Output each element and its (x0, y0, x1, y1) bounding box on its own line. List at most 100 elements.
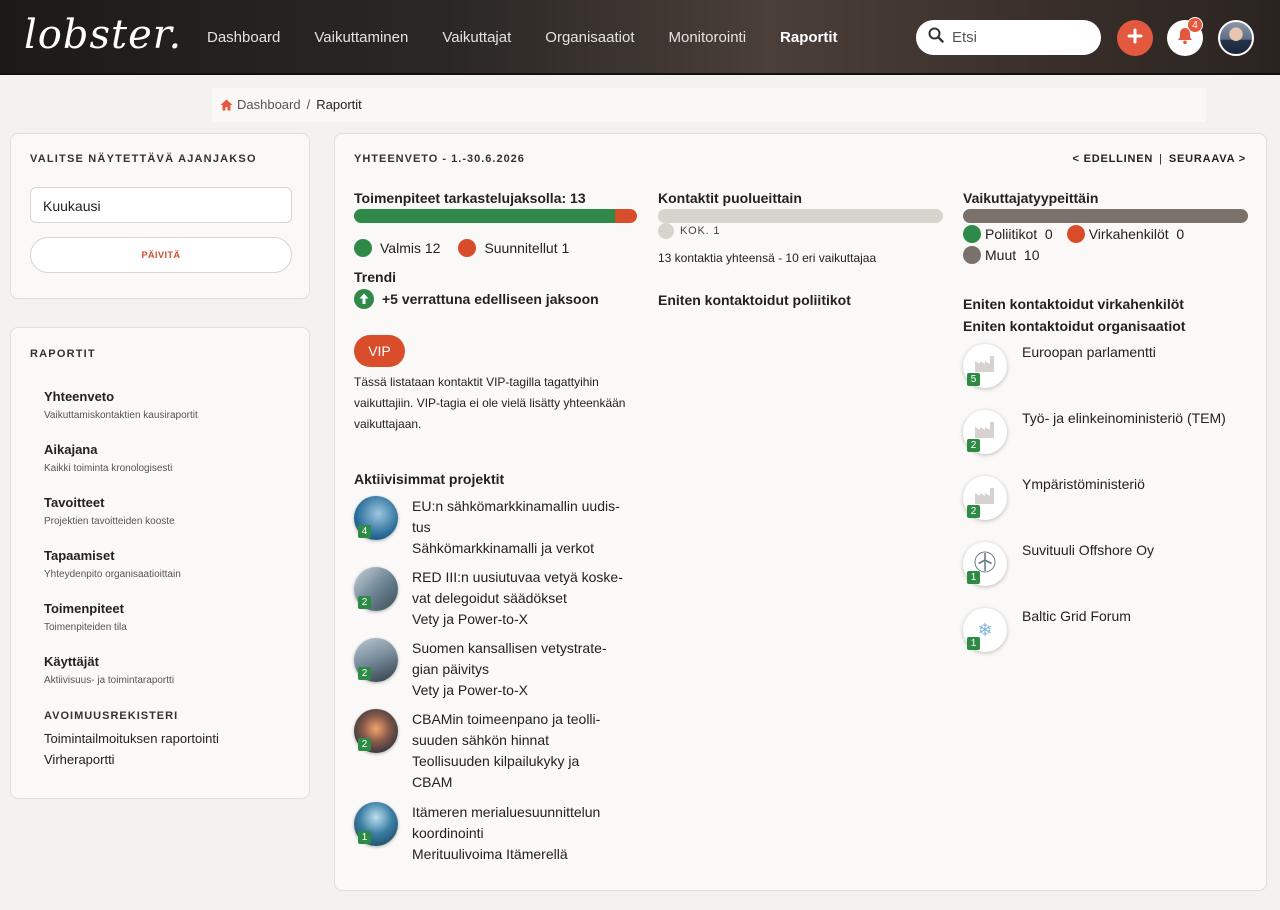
period-select[interactable]: Kuukausi (30, 187, 292, 223)
register-link-report[interactable]: Toimintailmoituksen raportointi (44, 731, 219, 746)
nav-organisaatiot[interactable]: Organisaatiot (545, 29, 634, 46)
refresh-button[interactable]: PÄIVITÄ (30, 237, 292, 273)
project-text: Itämeren merialuesuunnittelun koordinoin… (412, 802, 642, 865)
types-legend-row-1: Poliitikot 0 Virkahenkilöt 0 (963, 225, 1184, 243)
project-line: vat delegoidut säädökset (412, 590, 567, 606)
lobster-logo[interactable]: lobster. (24, 12, 182, 58)
breadcrumb: Dashboard / Raportit (220, 97, 362, 112)
politicians-label: Poliitikot (985, 226, 1038, 242)
project-count-badge: 2 (358, 596, 371, 609)
project-line: suuden sähkön hinnat (412, 732, 549, 748)
report-item-yhteenveto[interactable]: Yhteenveto Vaikuttamiskontaktien kausira… (44, 389, 198, 421)
organization-item[interactable]: 5 Euroopan parlamentti (963, 344, 1263, 392)
nav-vaikuttaminen[interactable]: Vaikuttaminen (314, 29, 408, 46)
project-line: CBAMin toimeenpano ja teolli- (412, 711, 601, 727)
organization-name: Suvituuli Offshore Oy (1022, 542, 1155, 558)
party-bar-kok-segment (658, 209, 943, 223)
trend-heading: Trendi (354, 269, 397, 285)
project-text: RED III:n uusiutuvaa vetyä koske- vat de… (412, 567, 642, 630)
nav-vaikuttajat[interactable]: Vaikuttajat (442, 29, 511, 46)
main-nav: Dashboard Vaikuttaminen Vaikuttajat Orga… (207, 0, 872, 75)
party-legend: KOK. 1 (658, 223, 720, 239)
search-icon (928, 27, 944, 48)
project-count-badge: 2 (358, 738, 371, 751)
project-line: EU:n sähkömarkkinamallin uudis- (412, 498, 620, 514)
plus-icon (1127, 28, 1143, 49)
project-item[interactable]: 4 EU:n sähkömarkkinamallin uudis- tus Sä… (354, 496, 644, 556)
report-item-title: Aikajana (44, 442, 98, 457)
organization-item[interactable]: ❄ 1 Baltic Grid Forum (963, 608, 1263, 656)
vip-tag[interactable]: VIP (354, 335, 405, 367)
report-item-subtitle: Toimenpiteiden tila (44, 622, 127, 633)
project-line: tus (412, 519, 431, 535)
project-item[interactable]: 2 CBAMin toimeenpano ja teolli- suuden s… (354, 709, 644, 795)
trend-row: +5 verrattuna edelliseen jaksoon (354, 289, 599, 309)
nav-monitorointi[interactable]: Monitorointi (669, 29, 747, 46)
top-officials-heading: Eniten kontaktoidut virkahenkilöt (963, 296, 1184, 312)
transparency-register-title: AVOIMUUSREKISTERI (44, 710, 179, 722)
actions-heading: Toimenpiteet tarkastelujaksolla: 13 (354, 190, 586, 206)
report-item-title: Toimenpiteet (44, 601, 124, 616)
project-line: RED III:n uusiutuvaa vetyä koske- (412, 569, 623, 585)
report-item-kayttajat[interactable]: Käyttäjät Aktiivisuus- ja toimintaraport… (44, 654, 174, 686)
project-line: gian päivitys (412, 661, 490, 677)
nav-raportit[interactable]: Raportit (780, 29, 838, 46)
planned-label: Suunnitellut (484, 240, 558, 256)
reports-menu-card: RAPORTIT Yhteenveto Vaikuttamiskontaktie… (10, 327, 310, 799)
organization-item[interactable]: 2 Ympäristöministeriö (963, 476, 1263, 524)
project-text: CBAMin toimeenpano ja teolli- suuden säh… (412, 709, 642, 793)
organization-name: Euroopan parlamentti (1022, 344, 1156, 360)
actions-bar-done-segment (354, 209, 616, 223)
report-item-aikajana[interactable]: Aikajana Kaikki toiminta kronologisesti (44, 442, 172, 474)
top-politicians-heading: Eniten kontaktoidut poliitikot (658, 292, 851, 308)
officials-label: Virkahenkilöt (1088, 226, 1169, 242)
notification-count-badge: 4 (1187, 17, 1203, 33)
project-line: Suomen kansallisen vetystrate- (412, 640, 607, 656)
search-box[interactable] (916, 20, 1101, 55)
project-line: Itämeren merialuesuunnittelun (412, 804, 601, 820)
next-period-link[interactable]: SEURAAVA > (1169, 153, 1246, 165)
previous-period-link[interactable]: < EDELLINEN (1073, 153, 1154, 165)
report-item-tavoitteet[interactable]: Tavoitteet Projektien tavoitteiden koost… (44, 495, 175, 527)
project-item[interactable]: 1 Itämeren merialuesuunnittelun koordino… (354, 802, 644, 866)
done-label: Valmis (380, 240, 421, 256)
project-count-badge: 2 (358, 667, 371, 680)
others-dot-icon (963, 246, 981, 264)
top-navigation-bar: lobster. Dashboard Vaikuttaminen Vaikutt… (0, 0, 1280, 75)
officials-value: 0 (1176, 226, 1185, 242)
organization-count-badge: 2 (967, 505, 980, 518)
organization-count-badge: 5 (967, 373, 980, 386)
planned-value: 1 (561, 240, 570, 256)
planned-dot-icon (458, 239, 477, 257)
project-item[interactable]: 2 RED III:n uusiutuvaa vetyä koske- vat … (354, 567, 644, 631)
register-link-error[interactable]: Virheraportti (44, 752, 115, 767)
types-distribution-bar (963, 209, 1248, 223)
others-value: 10 (1023, 247, 1040, 263)
report-item-title: Tapaamiset (44, 548, 115, 563)
project-count-badge: 4 (358, 525, 371, 538)
organization-item[interactable]: 1 Suvituuli Offshore Oy (963, 542, 1263, 590)
done-value: 12 (424, 240, 441, 256)
report-item-tapaamiset[interactable]: Tapaamiset Yhteydenpito organisaatioitta… (44, 548, 181, 580)
pager-divider: | (1159, 153, 1163, 165)
add-button[interactable] (1117, 20, 1153, 56)
kok-dot-icon (658, 223, 674, 239)
breadcrumb-home[interactable]: Dashboard (220, 97, 301, 112)
user-avatar[interactable] (1218, 20, 1254, 56)
report-item-toimenpiteet[interactable]: Toimenpiteet Toimenpiteiden tila (44, 601, 127, 633)
report-item-subtitle: Aktiivisuus- ja toimintaraportti (44, 675, 175, 686)
others-label: Muut (985, 247, 1017, 263)
project-item[interactable]: 2 Suomen kansallisen vetystrate- gian pä… (354, 638, 644, 702)
report-item-subtitle: Yhteydenpito organisaatioittain (44, 569, 181, 580)
organization-name: Ympäristöministeriö (1022, 476, 1145, 492)
summary-card: YHTEENVETO - 1.-30.6.2026 < EDELLINEN | … (334, 133, 1267, 891)
types-legend-row-2: Muut 10 (963, 246, 1039, 264)
project-line: Vety ja Power-to-X (412, 682, 528, 698)
search-input[interactable] (952, 29, 1092, 46)
nav-dashboard[interactable]: Dashboard (207, 29, 280, 46)
organization-item[interactable]: 2 Työ- ja elinkeinoministeriö (TEM) (963, 410, 1263, 458)
politicians-value: 0 (1044, 226, 1053, 242)
project-line: Teollisuuden kilpailukyky ja (412, 753, 580, 769)
actions-bar-planned-segment (615, 209, 637, 223)
project-line: Vety ja Power-to-X (412, 611, 528, 627)
